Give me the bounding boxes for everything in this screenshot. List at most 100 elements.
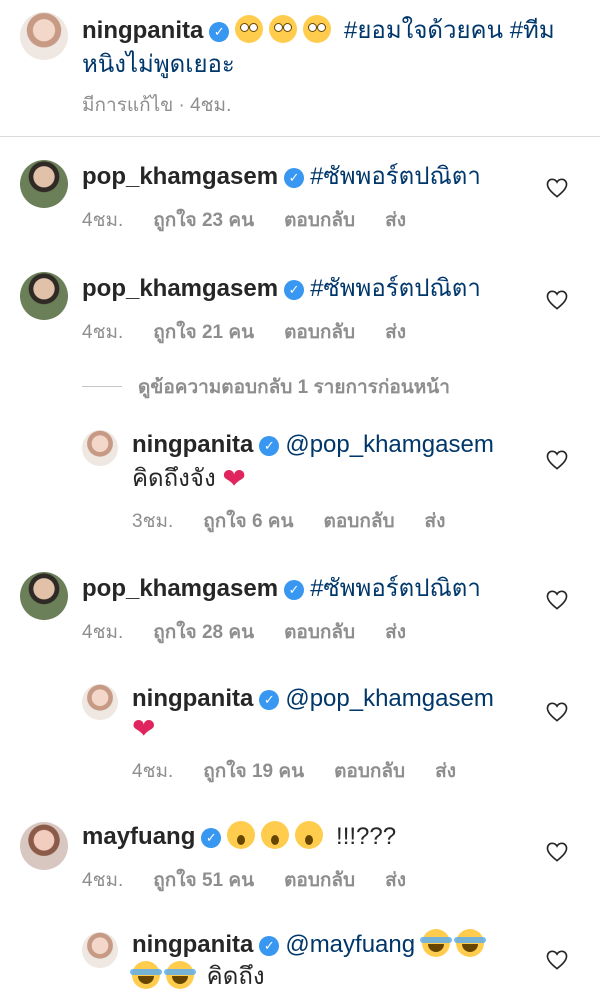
view-previous-label: ดูข้อความตอบกลับ 1 รายการก่อนหน้า bbox=[138, 377, 450, 398]
rolling-eyes-emoji-icon bbox=[269, 15, 298, 43]
open-mouth-emoji-icon bbox=[227, 821, 256, 849]
likes-count[interactable]: ถูกใจ 19 คน bbox=[203, 761, 304, 782]
verified-badge-icon: ✓ bbox=[284, 580, 305, 600]
reply-button[interactable]: ตอบกลับ bbox=[284, 322, 355, 343]
verified-badge-icon: ✓ bbox=[209, 22, 230, 42]
caption-line-2[interactable]: หนิงไม่พูดเยอะ bbox=[82, 48, 235, 82]
mention-link[interactable]: @pop_khamgasem bbox=[285, 685, 493, 712]
reply-meta: 4ชม. ถูกใจ 19 คน ตอบกลับ ส่ง bbox=[132, 756, 486, 786]
comment-text: pop_khamgasem ✓ #ซัพพอร์ตปณิตา bbox=[82, 272, 481, 306]
likes-count[interactable]: ถูกใจ 6 คน bbox=[203, 511, 293, 532]
likes-count[interactable]: ถูกใจ 28 คน bbox=[153, 622, 254, 643]
reply-username[interactable]: ningpanita bbox=[132, 431, 253, 458]
reply-text: ningpanita ✓ @pop_khamgasem bbox=[132, 682, 494, 716]
hashtag-link[interactable]: #ซัพพอร์ตปณิตา bbox=[310, 163, 481, 190]
comment-body: !!!??? bbox=[336, 823, 397, 850]
reply-line-2-text: คิดถึง bbox=[206, 963, 265, 990]
avatar[interactable] bbox=[20, 160, 68, 208]
likes-count[interactable]: ถูกใจ 21 คน bbox=[153, 322, 254, 343]
post-caption: ningpanita ✓ #ยอมใจด้วยคน #ทีม หนิงไม่พูด… bbox=[0, 0, 600, 137]
open-mouth-emoji-icon bbox=[295, 821, 324, 849]
like-heart-icon[interactable] bbox=[546, 450, 568, 470]
reply-username[interactable]: ningpanita bbox=[132, 931, 253, 958]
verified-badge-icon: ✓ bbox=[259, 936, 280, 956]
edited-label: มีการแก้ไข bbox=[82, 95, 174, 116]
reply-username[interactable]: ningpanita bbox=[132, 685, 253, 712]
tears-of-joy-emoji-icon bbox=[164, 961, 196, 989]
tears-of-joy-emoji-icon bbox=[453, 929, 486, 957]
comment-meta: 4ชม. ถูกใจ 23 คน ตอบกลับ ส่ง bbox=[82, 205, 436, 235]
likes-count[interactable]: ถูกใจ 23 คน bbox=[153, 210, 254, 231]
comment-meta: 4ชม. ถูกใจ 51 คน ตอบกลับ ส่ง bbox=[82, 865, 436, 895]
caption-username[interactable]: ningpanita bbox=[82, 17, 203, 44]
like-heart-icon[interactable] bbox=[546, 590, 568, 610]
reply-line-2-text: คิดถึงจัง bbox=[132, 465, 216, 492]
comment-text: pop_khamgasem ✓ #ซัพพอร์ตปณิตา bbox=[82, 160, 481, 194]
like-heart-icon[interactable] bbox=[546, 178, 568, 198]
comment-time: 4ชม. bbox=[82, 870, 124, 891]
comment-text: pop_khamgasem ✓ #ซัพพอร์ตปณิตา bbox=[82, 572, 481, 606]
caption-line-1: ningpanita ✓ #ยอมใจด้วยคน #ทีม bbox=[82, 14, 555, 48]
send-button[interactable]: ส่ง bbox=[425, 511, 446, 532]
reply-time: 4ชม. bbox=[132, 761, 174, 782]
avatar[interactable] bbox=[82, 932, 118, 968]
mention-link[interactable]: @pop_khamgasem bbox=[285, 431, 493, 458]
verified-badge-icon: ✓ bbox=[284, 168, 305, 188]
verified-badge-icon: ✓ bbox=[259, 436, 280, 456]
avatar[interactable] bbox=[82, 684, 118, 720]
reply-meta: 3ชม. ถูกใจ 6 คน ตอบกลับ ส่ง bbox=[132, 506, 475, 536]
verified-badge-icon: ✓ bbox=[259, 690, 280, 710]
avatar[interactable] bbox=[20, 272, 68, 320]
avatar[interactable] bbox=[20, 822, 68, 870]
like-heart-icon[interactable] bbox=[546, 702, 568, 722]
comment-username[interactable]: pop_khamgasem bbox=[82, 575, 278, 602]
avatar[interactable] bbox=[20, 572, 68, 620]
comment-time: 4ชม. bbox=[82, 210, 124, 231]
comment-time: 4ชม. bbox=[82, 322, 124, 343]
like-heart-icon[interactable] bbox=[546, 842, 568, 862]
verified-badge-icon: ✓ bbox=[284, 280, 305, 300]
send-button[interactable]: ส่ง bbox=[385, 210, 406, 231]
hashtag-link[interactable]: #ยอมใจด้วยคน bbox=[344, 17, 503, 44]
send-button[interactable]: ส่ง bbox=[385, 622, 406, 643]
reply-button[interactable]: ตอบกลับ bbox=[324, 511, 395, 532]
rolling-eyes-emoji-icon bbox=[235, 15, 264, 43]
reply-button[interactable]: ตอบกลับ bbox=[284, 870, 355, 891]
red-heart-emoji-icon: ❤ bbox=[222, 463, 246, 494]
view-previous-replies-button[interactable]: ดูข้อความตอบกลับ 1 รายการก่อนหน้า bbox=[82, 372, 450, 402]
tears-of-joy-emoji-icon bbox=[419, 929, 452, 957]
avatar[interactable] bbox=[82, 430, 118, 466]
mention-link[interactable]: @mayfuang bbox=[285, 931, 415, 958]
divider bbox=[82, 386, 122, 387]
comment-username[interactable]: mayfuang bbox=[82, 823, 195, 850]
verified-badge-icon: ✓ bbox=[201, 828, 222, 848]
tears-of-joy-emoji-icon bbox=[130, 961, 162, 989]
reply-button[interactable]: ตอบกลับ bbox=[284, 210, 355, 231]
like-heart-icon[interactable] bbox=[546, 290, 568, 310]
send-button[interactable]: ส่ง bbox=[435, 761, 456, 782]
comment-meta: 4ชม. ถูกใจ 21 คน ตอบกลับ ส่ง bbox=[82, 317, 436, 347]
caption-meta: มีการแก้ไข · 4ชม. bbox=[82, 95, 232, 116]
comment-username[interactable]: pop_khamgasem bbox=[82, 275, 278, 302]
send-button[interactable]: ส่ง bbox=[385, 322, 406, 343]
reply-text: ningpanita ✓ @pop_khamgasem bbox=[132, 428, 494, 462]
reply-line-2: ❤ bbox=[132, 712, 155, 746]
send-button[interactable]: ส่ง bbox=[385, 870, 406, 891]
caption-time: 4ชม. bbox=[190, 95, 232, 116]
hashtag-link[interactable]: #ซัพพอร์ตปณิตา bbox=[310, 575, 481, 602]
like-heart-icon[interactable] bbox=[546, 950, 568, 970]
hashtag-link[interactable]: #ซัพพอร์ตปณิตา bbox=[310, 275, 481, 302]
likes-count[interactable]: ถูกใจ 51 คน bbox=[153, 870, 254, 891]
comment-text: mayfuang ✓ !!!??? bbox=[82, 820, 396, 854]
reply-button[interactable]: ตอบกลับ bbox=[334, 761, 405, 782]
avatar[interactable] bbox=[20, 12, 68, 60]
reply-button[interactable]: ตอบกลับ bbox=[284, 622, 355, 643]
reply-time: 3ชม. bbox=[132, 511, 174, 532]
comment-username[interactable]: pop_khamgasem bbox=[82, 163, 278, 190]
reply-line-2: คิดถึงจัง ❤ bbox=[132, 462, 246, 496]
rolling-eyes-emoji-icon bbox=[303, 15, 332, 43]
open-mouth-emoji-icon bbox=[261, 821, 290, 849]
reply-text: ningpanita ✓ @mayfuang bbox=[132, 928, 490, 962]
hashtag-link[interactable]: #ทีม bbox=[510, 17, 555, 44]
reply-line-2: คิดถึง bbox=[130, 960, 265, 994]
